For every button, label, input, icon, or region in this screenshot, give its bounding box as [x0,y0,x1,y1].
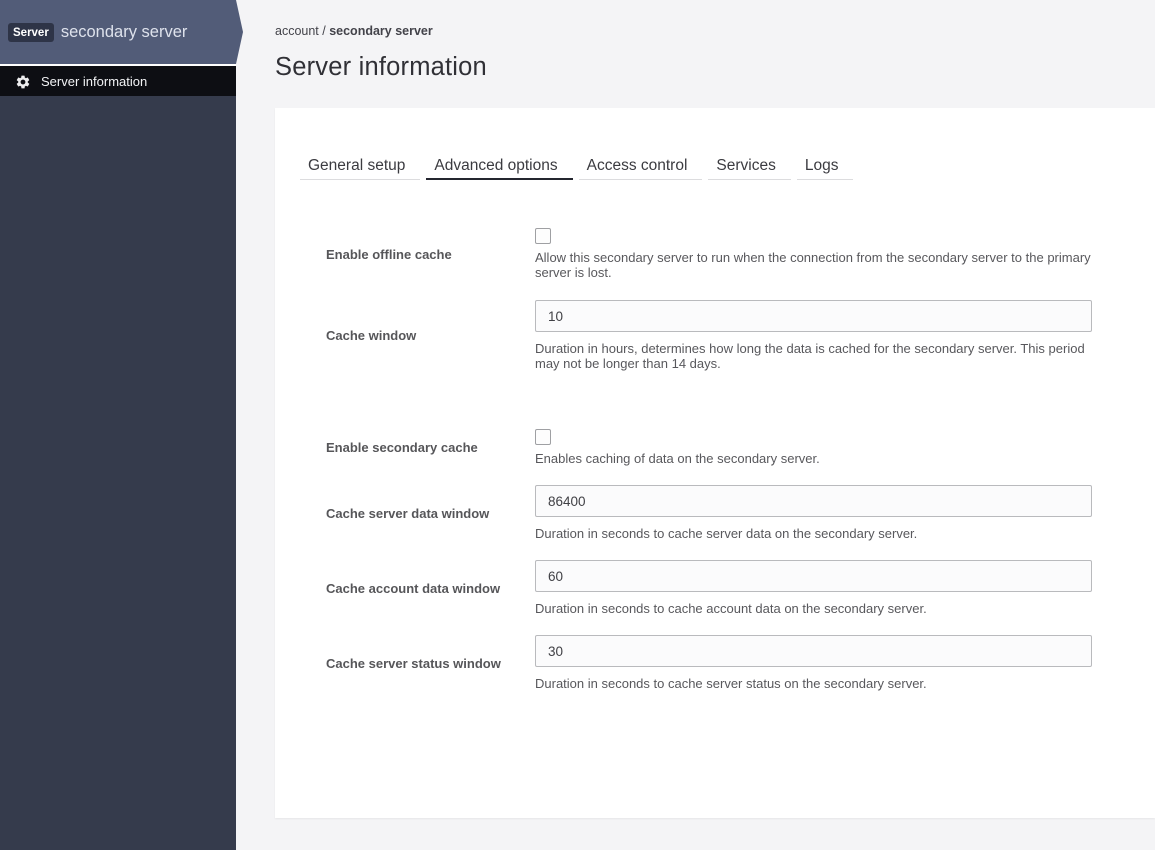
main-content: account / secondary server Server inform… [236,0,1155,850]
tab-bar: General setup Advanced options Access co… [300,158,1155,180]
sidebar: Server secondary server Server informati… [0,0,243,850]
sidebar-item-label: Server information [41,73,148,89]
field-label: Enable secondary cache [326,440,478,455]
breadcrumb-current: secondary server [329,24,433,38]
cache-window-input[interactable] [535,300,1092,332]
tab-general-setup[interactable]: General setup [300,158,421,180]
form-row-enable-offline-cache: Enable offline cache Allow this secondar… [326,228,1155,280]
breadcrumb-section[interactable]: account [275,24,319,38]
settings-form: Enable offline cache Allow this secondar… [326,228,1155,691]
field-help: Duration in seconds to cache server data… [535,526,918,541]
field-label: Cache server status window [326,655,501,671]
tab-services[interactable]: Services [708,158,791,180]
tab-logs[interactable]: Logs [796,158,854,180]
sidebar-menu: Server information [0,66,236,96]
cache-server-status-window-input[interactable] [535,635,1092,667]
settings-card: General setup Advanced options Access co… [275,108,1155,818]
form-row-cache-server-data-window: Cache server data window Duration in sec… [326,485,1155,541]
enable-offline-cache-checkbox[interactable] [535,228,551,244]
server-badge: Server [8,22,54,42]
gear-icon [16,75,30,89]
form-row-enable-secondary-cache: Enable secondary cache Enables caching o… [326,429,1155,466]
tab-access-control[interactable]: Access control [578,158,703,180]
cache-server-data-window-input[interactable] [535,485,1092,517]
enable-secondary-cache-checkbox[interactable] [535,429,551,445]
cache-account-data-window-input[interactable] [535,560,1092,592]
form-row-cache-account-data-window: Cache account data window Duration in se… [326,560,1155,616]
field-label: Cache server data window [326,505,490,521]
breadcrumb-separator: / [318,24,330,38]
field-help: Duration in hours, determines how long t… [535,341,1085,371]
form-row-cache-window: Cache window Duration in hours, determin… [326,300,1155,371]
field-label: Cache window [326,328,417,343]
field-help: Allow this secondary server to run when … [535,250,1091,280]
field-label: Cache account data window [326,580,501,596]
field-help: Enables caching of data on the secondary… [535,451,820,466]
sidebar-item-server-information[interactable]: Server information [0,66,236,96]
field-help: Duration in seconds to cache account dat… [535,601,927,616]
tab-advanced-options[interactable]: Advanced options [426,158,573,180]
sidebar-server-name: secondary server [60,22,188,41]
page-title: Server information [275,53,487,81]
field-help: Duration in seconds to cache server stat… [535,676,927,691]
breadcrumb: account / secondary server [275,24,433,38]
form-row-cache-server-status-window: Cache server status window Duration in s… [326,635,1155,691]
sidebar-header: Server secondary server [0,0,243,64]
field-label: Enable offline cache [326,246,452,262]
